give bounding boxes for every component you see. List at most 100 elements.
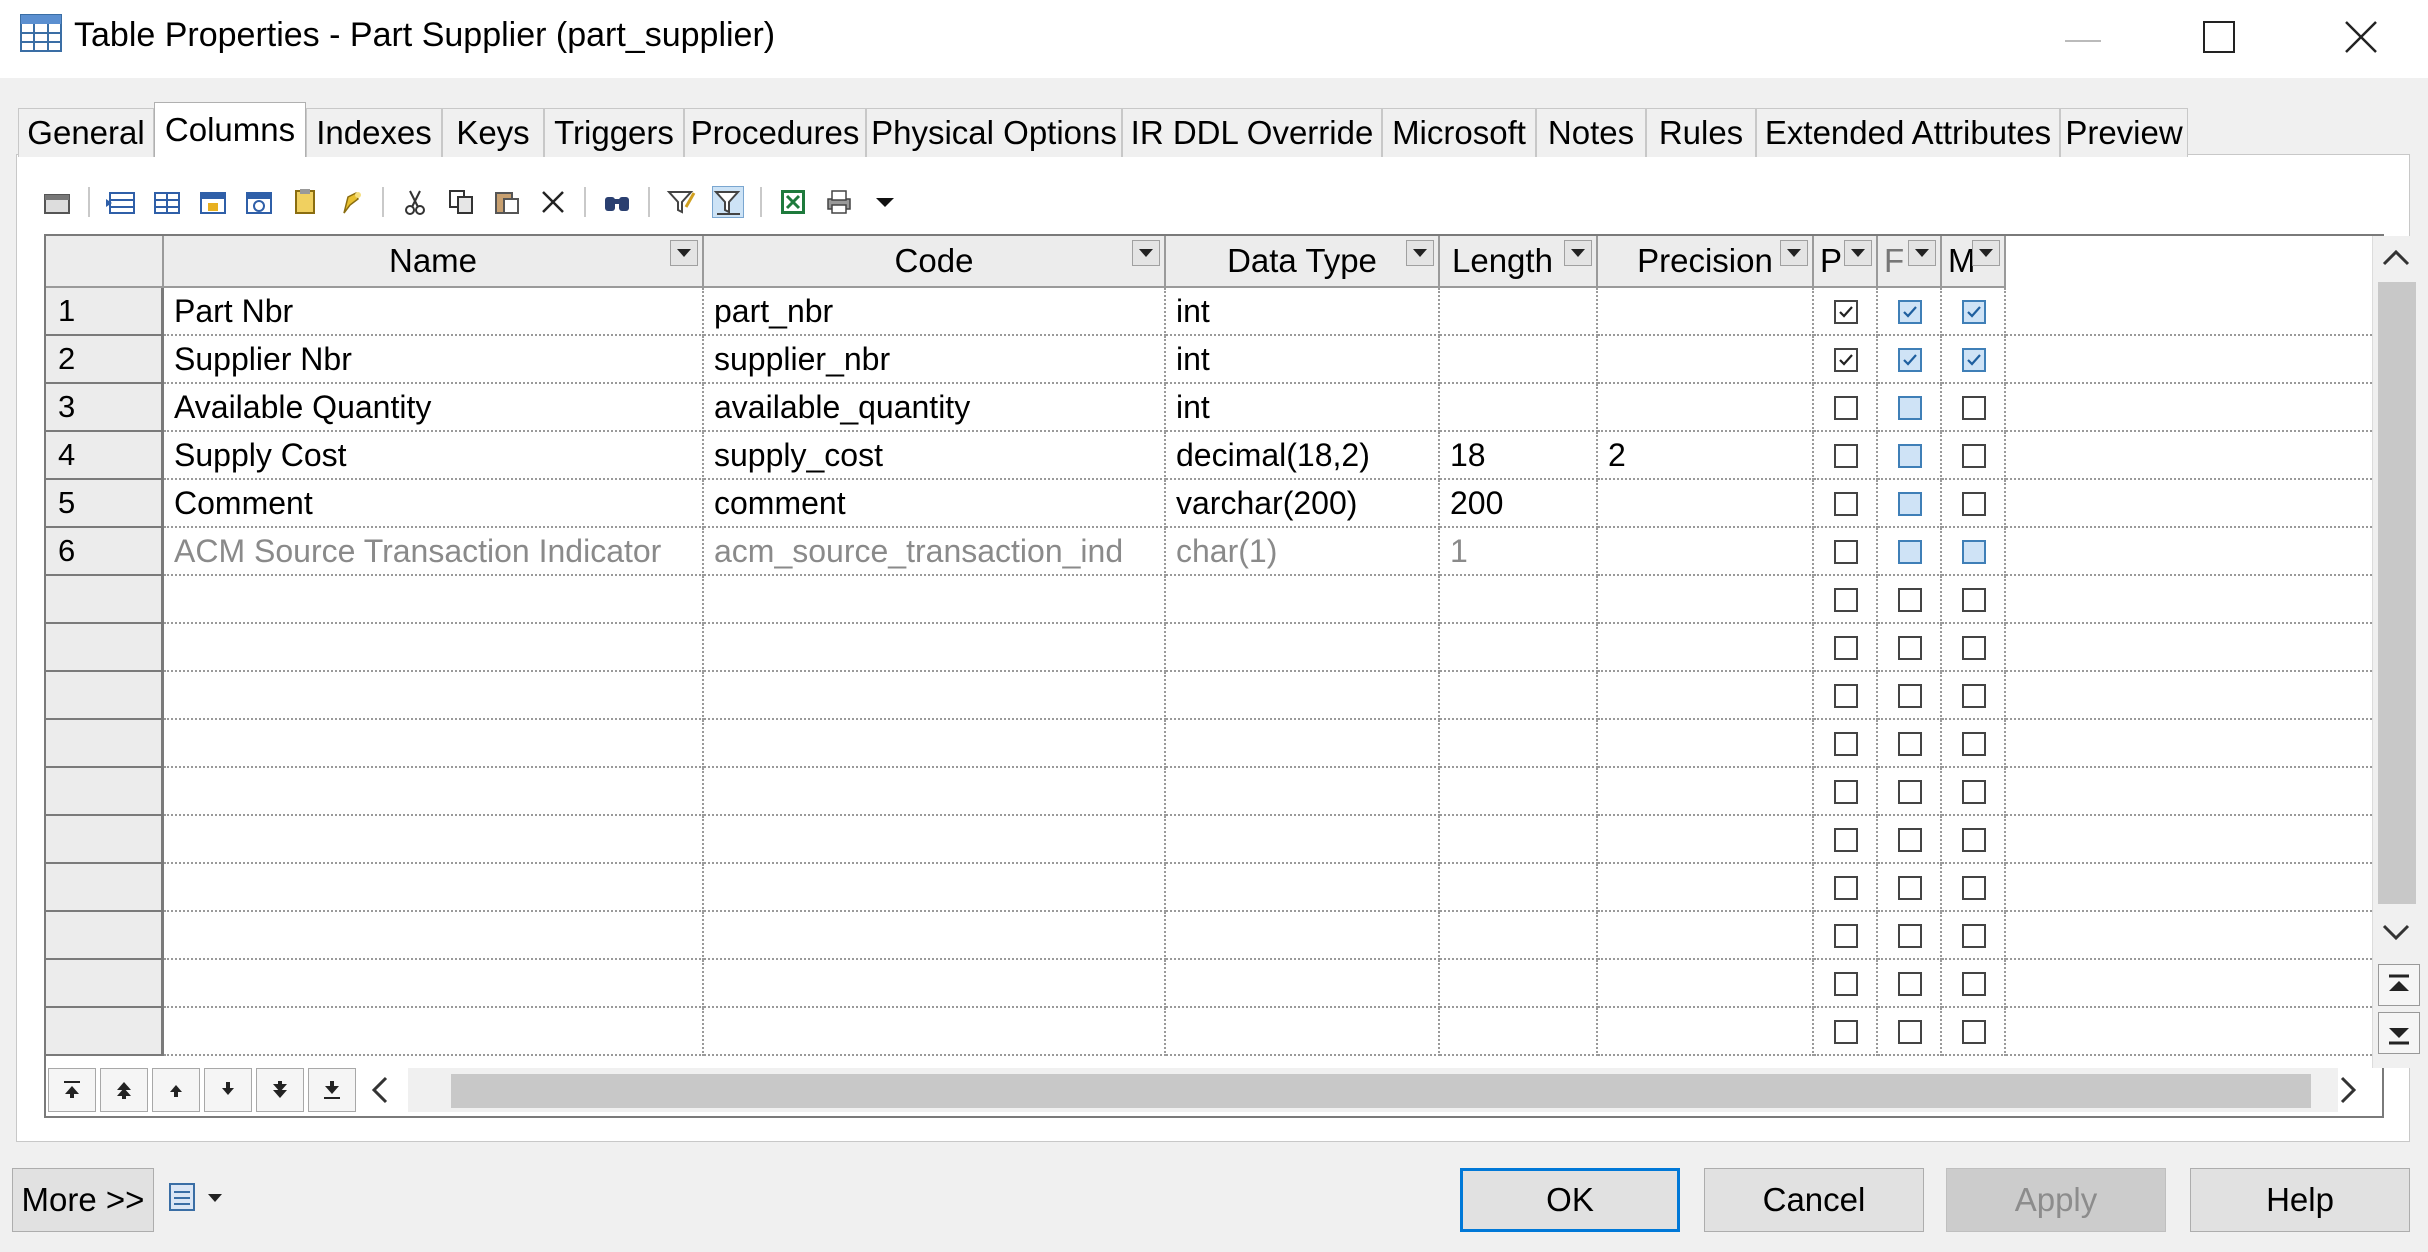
move-up-icon[interactable] [152,1068,200,1112]
cell-datatype[interactable] [1166,1008,1440,1056]
checkbox[interactable] [1962,492,1986,516]
checkbox[interactable] [1962,780,1986,804]
cell-length[interactable] [1440,624,1598,672]
checkbox[interactable] [1962,588,1986,612]
checkbox[interactable] [1834,732,1858,756]
cell-name[interactable] [164,624,704,672]
more-button[interactable]: More >> [12,1168,154,1232]
tab-columns[interactable]: Columns [154,102,306,157]
tab-ir-ddl-override[interactable]: IR DDL Override [1122,108,1382,157]
cancel-button[interactable]: Cancel [1704,1168,1924,1232]
checkbox-checked[interactable] [1898,300,1922,324]
checkbox[interactable] [1898,1020,1922,1044]
move-down-icon[interactable] [204,1068,252,1112]
cell-precision[interactable] [1598,960,1814,1008]
filter-icon[interactable] [666,187,696,217]
column-header-precision[interactable]: Precision [1598,236,1814,288]
checkbox[interactable] [1962,1020,1986,1044]
move-page-down-icon[interactable] [256,1068,304,1112]
row-number[interactable] [46,576,164,624]
cell-precision[interactable] [1598,816,1814,864]
close-button[interactable] [2306,0,2416,78]
cell-precision[interactable] [1598,384,1814,432]
checkbox[interactable] [1898,636,1922,660]
cell-code[interactable] [704,624,1166,672]
column-menu-icon[interactable] [670,240,698,266]
checkbox[interactable] [1834,972,1858,996]
print-options-button[interactable] [166,1180,224,1219]
cell-name[interactable]: Supply Cost [164,432,704,480]
help-button[interactable]: Help [2190,1168,2410,1232]
cell-name[interactable] [164,816,704,864]
row-number[interactable]: 4 [46,432,164,480]
row-number[interactable] [46,768,164,816]
cell-length[interactable]: 1 [1440,528,1598,576]
cell-name[interactable]: ACM Source Transaction Indicator [164,528,704,576]
cell-code[interactable] [704,672,1166,720]
scroll-right-icon[interactable] [2334,1074,2362,1111]
cell-length[interactable] [1440,864,1598,912]
horizontal-scroll-thumb[interactable] [451,1074,2311,1108]
checkbox[interactable] [1898,684,1922,708]
cell-precision[interactable] [1598,768,1814,816]
cell-length[interactable] [1440,384,1598,432]
cell-length[interactable] [1440,336,1598,384]
cell-name[interactable]: Part Nbr [164,288,704,336]
checkbox[interactable] [1898,444,1922,468]
checkbox[interactable] [1834,924,1858,948]
scroll-left-icon[interactable] [366,1074,394,1111]
cell-precision[interactable] [1598,672,1814,720]
checkbox[interactable] [1834,636,1858,660]
cell-datatype[interactable] [1166,624,1440,672]
cell-length[interactable] [1440,912,1598,960]
checkbox[interactable] [1962,684,1986,708]
cell-code[interactable]: acm_source_transaction_ind [704,528,1166,576]
column-header-length[interactable]: Length [1440,236,1598,288]
checkbox[interactable] [1834,396,1858,420]
cell-length[interactable] [1440,816,1598,864]
checkbox[interactable] [1962,636,1986,660]
column-menu-icon[interactable] [1132,240,1160,266]
cell-name[interactable]: Comment [164,480,704,528]
paste-icon[interactable] [290,187,320,217]
cell-name[interactable] [164,768,704,816]
checkbox[interactable] [1898,924,1922,948]
checkbox[interactable] [1898,876,1922,900]
column-header-data-type[interactable]: Data Type [1166,236,1440,288]
checkbox[interactable] [1834,684,1858,708]
cell-precision[interactable] [1598,288,1814,336]
cell-precision[interactable] [1598,864,1814,912]
checkbox-checked[interactable] [1962,348,1986,372]
tab-physical-options[interactable]: Physical Options [866,108,1122,157]
cell-code[interactable]: comment [704,480,1166,528]
cell-precision[interactable] [1598,528,1814,576]
checkbox[interactable] [1834,444,1858,468]
checkbox[interactable] [1962,732,1986,756]
tab-rules[interactable]: Rules [1646,108,1756,157]
cell-precision[interactable] [1598,480,1814,528]
row-number[interactable] [46,864,164,912]
row-number[interactable] [46,816,164,864]
cell-name[interactable] [164,720,704,768]
cell-length[interactable] [1440,672,1598,720]
checkbox[interactable] [1834,780,1858,804]
add-columns-icon[interactable] [198,187,228,217]
column-header-primary[interactable]: P [1814,236,1878,288]
cell-precision[interactable] [1598,336,1814,384]
find-icon[interactable] [602,187,632,217]
cell-length[interactable] [1440,1008,1598,1056]
cell-length[interactable] [1440,960,1598,1008]
cell-name[interactable] [164,576,704,624]
tab-keys[interactable]: Keys [442,108,544,157]
cell-code[interactable]: supplier_nbr [704,336,1166,384]
print-icon[interactable] [824,187,854,217]
checkbox[interactable] [1898,396,1922,420]
tab-triggers[interactable]: Triggers [544,108,684,157]
row-number[interactable]: 1 [46,288,164,336]
checkbox[interactable] [1898,780,1922,804]
cell-precision[interactable] [1598,1008,1814,1056]
reuse-columns-icon[interactable] [244,187,274,217]
checkbox[interactable] [1962,540,1986,564]
cell-datatype[interactable]: char(1) [1166,528,1440,576]
column-menu-icon[interactable] [1844,240,1872,266]
